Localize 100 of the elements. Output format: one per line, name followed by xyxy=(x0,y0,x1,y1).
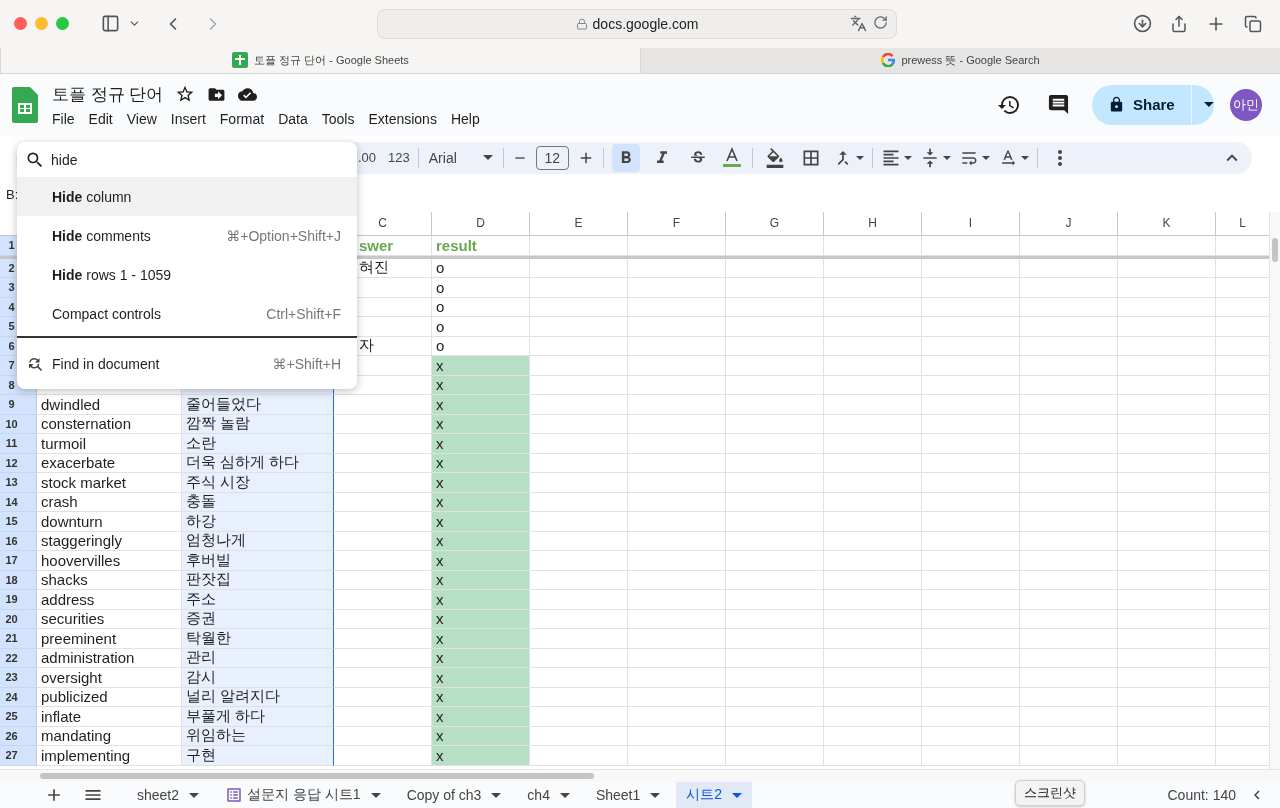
sheet-tab[interactable]: sheet2 xyxy=(127,782,210,808)
menu-item[interactable]: File xyxy=(52,110,75,127)
table-cell: x xyxy=(432,570,530,591)
menu-item[interactable]: Data xyxy=(278,110,308,127)
form-icon xyxy=(225,786,244,804)
address-bar[interactable]: docs.google.com xyxy=(377,8,897,39)
table-cell: o xyxy=(432,278,530,298)
decimal-button[interactable]: .00 xyxy=(358,150,377,166)
caret-icon xyxy=(1020,155,1029,160)
column-header[interactable]: E xyxy=(530,211,628,236)
table-cell: o xyxy=(432,297,530,318)
option-label: Find in document xyxy=(52,355,160,372)
menu-item[interactable]: Help xyxy=(450,110,480,127)
table-cell: 관리 xyxy=(182,648,334,669)
table-cell: x xyxy=(432,356,530,376)
table-cell: 증권 xyxy=(182,609,334,630)
browser-tab[interactable]: 토플 정규 단어 - Google Sheets xyxy=(0,47,640,73)
row-number[interactable]: 27 xyxy=(0,746,37,766)
table-cell: 감시 xyxy=(182,668,334,688)
table-cell: x xyxy=(432,629,530,649)
menu-item[interactable]: Insert xyxy=(170,110,206,127)
row-number[interactable]: 19 xyxy=(0,590,37,610)
row-number[interactable]: 21 xyxy=(0,629,37,649)
tab-title: prewess 뜻 - Google Search xyxy=(901,52,1040,68)
row-number[interactable]: 9 xyxy=(0,395,37,415)
tabs-overview-icon[interactable] xyxy=(1244,13,1262,34)
row-number[interactable]: 23 xyxy=(0,668,37,688)
caret-icon xyxy=(189,792,200,798)
bold-button[interactable] xyxy=(611,143,640,172)
avatar[interactable]: 아민 xyxy=(1230,88,1262,121)
share-button[interactable]: Share xyxy=(1092,84,1214,125)
tooltip: 스크린샷 xyxy=(1015,780,1085,806)
document-title[interactable]: 토플 정규 단어 xyxy=(52,82,164,106)
caret-icon xyxy=(732,792,743,798)
column-header[interactable]: I xyxy=(922,211,1020,236)
lock-icon xyxy=(1108,96,1125,114)
caret-icon xyxy=(1204,102,1214,108)
column-header[interactable]: F xyxy=(628,211,726,236)
table-cell: x xyxy=(432,590,530,610)
option-label: Compact controls xyxy=(52,305,161,322)
browser-tab[interactable]: prewess 뜻 - Google Search xyxy=(640,47,1280,73)
sheet-tab[interactable]: 시트2 xyxy=(676,782,753,808)
column-header[interactable]: D xyxy=(432,211,530,236)
shortcut-text: Ctrl+Shift+F xyxy=(266,305,341,322)
table-cell: 탁월한 xyxy=(182,629,334,649)
table-cell: 소란 xyxy=(182,434,334,454)
horizontal-scrollbar[interactable] xyxy=(0,769,1280,782)
sheet-tab[interactable]: ch4 xyxy=(517,782,580,808)
column-header[interactable]: K xyxy=(1118,211,1216,236)
translate-icon[interactable] xyxy=(850,14,867,32)
reload-icon[interactable] xyxy=(873,14,888,30)
sheets-logo-icon xyxy=(12,86,38,123)
caret-icon xyxy=(942,155,951,160)
row-number[interactable]: 13 xyxy=(0,473,37,493)
number-format-button[interactable]: 123 xyxy=(388,150,410,166)
close-button[interactable] xyxy=(14,17,27,31)
search-field[interactable]: hide xyxy=(51,151,251,168)
menu-item[interactable]: Tools xyxy=(321,110,355,127)
table-cell: x xyxy=(432,453,530,474)
row-number[interactable]: 15 xyxy=(0,512,37,532)
google-icon xyxy=(881,53,896,68)
caret-icon xyxy=(981,155,990,160)
sheets-icon xyxy=(232,52,249,69)
sidebar-icon[interactable] xyxy=(101,14,120,34)
vertical-scrollbar[interactable] xyxy=(1269,211,1280,769)
table-cell: x xyxy=(432,414,530,435)
caret-icon xyxy=(491,792,502,798)
caret-icon xyxy=(855,155,864,160)
table-cell: x xyxy=(432,687,530,708)
row-number[interactable]: 25 xyxy=(0,707,37,727)
table-cell: x xyxy=(432,668,530,688)
column-header[interactable]: J xyxy=(1020,211,1118,236)
font-size-field[interactable]: 12 xyxy=(535,145,569,170)
name-box[interactable]: B: xyxy=(6,187,19,203)
sheet-tab[interactable]: 설문지 응답 시트1 xyxy=(215,782,391,808)
table-cell: 주소 xyxy=(182,590,334,610)
table-cell: 더욱 심하게 하다 xyxy=(182,453,334,474)
menu-item[interactable]: Format xyxy=(219,110,265,127)
menu-option[interactable]: Hide column xyxy=(17,177,357,216)
share-icon[interactable] xyxy=(1170,13,1188,34)
table-cell: o xyxy=(432,317,530,337)
menu-item[interactable]: Edit xyxy=(88,110,113,127)
sheet-tab[interactable]: Sheet1 xyxy=(585,782,671,808)
column-header[interactable]: G xyxy=(726,211,824,236)
table-cell: 엄청나게 xyxy=(182,531,334,552)
tab-title: 토플 정규 단어 - Google Sheets xyxy=(254,52,409,68)
sheet-tab[interactable]: Copy of ch3 xyxy=(396,782,512,808)
menu-item[interactable]: View xyxy=(126,110,157,127)
menu-item[interactable]: Extensions xyxy=(368,110,437,127)
row-number[interactable]: 11 xyxy=(0,434,37,454)
menu-option[interactable]: Compact controls Ctrl+Shift+F xyxy=(17,294,357,333)
download-icon[interactable] xyxy=(1133,13,1152,34)
row-number[interactable]: 17 xyxy=(0,551,37,571)
table-cell: x xyxy=(432,707,530,727)
caret-icon xyxy=(370,792,381,798)
url-text: docs.google.com xyxy=(592,15,699,32)
table-cell: x xyxy=(432,726,530,747)
count-summary[interactable]: Count: 140 xyxy=(1167,787,1236,803)
font-dropdown[interactable]: Arial xyxy=(426,149,495,166)
column-header[interactable]: H xyxy=(824,211,922,236)
